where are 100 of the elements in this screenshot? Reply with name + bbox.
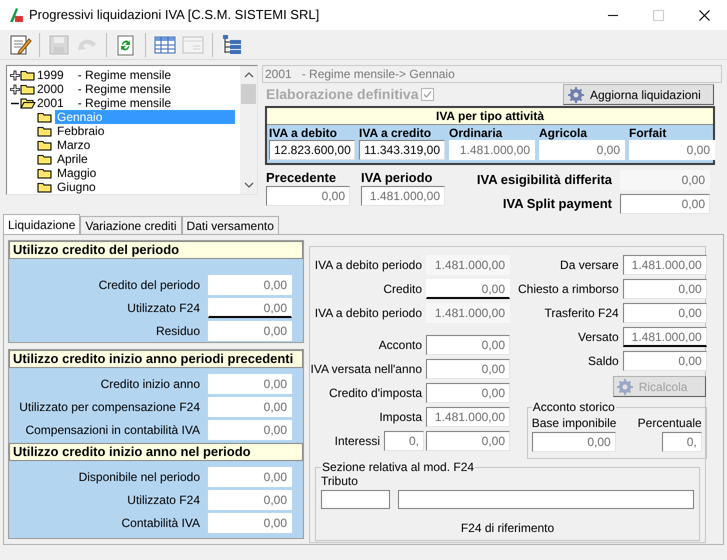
input-field[interactable]: 0, (662, 432, 702, 452)
field-label: Credito inizio anno (100, 376, 200, 393)
field-label: Imposta (378, 409, 423, 426)
input-field[interactable]: 0,00 (208, 298, 292, 318)
tree-item[interactable]: Giugno (55, 180, 235, 194)
panel-title: IVA per tipo attività (436, 108, 544, 124)
input-field[interactable]: 12.823.600,00 (269, 140, 355, 160)
input-field[interactable]: 0,00 (208, 275, 292, 295)
folder-icon (37, 167, 53, 179)
tab[interactable]: Variazione crediti (80, 216, 182, 234)
field-label: IVA Split payment (502, 195, 612, 214)
input-field[interactable]: 1.481.000,00 (426, 255, 510, 275)
input-field[interactable]: 1.481.000,00 (622, 327, 707, 347)
folder-icon (37, 125, 53, 137)
input-field[interactable]: 0,00 (208, 467, 292, 487)
section-title: Utilizzo credito inizio anno periodi precedenti (13, 350, 294, 368)
field-label: Utilizzato per compensazione F24 (19, 399, 200, 416)
field-label: Utilizzato F24 (127, 300, 200, 317)
input-field[interactable] (321, 490, 390, 509)
input-field[interactable]: 0,00 (539, 140, 625, 160)
input-field[interactable]: 0,00 (629, 140, 715, 160)
tree-item-label: - Regime mensile (78, 82, 172, 98)
input-field[interactable]: 0,00 (208, 397, 292, 417)
open-folder-icon (20, 97, 36, 109)
input-field[interactable]: 0,00 (426, 431, 510, 451)
input-field[interactable]: 1.481.000,00 (426, 303, 510, 323)
field-label: Saldo (588, 353, 619, 370)
input-field[interactable]: 0,00 (620, 170, 710, 190)
input-field[interactable]: 1.481.000,00 (449, 140, 535, 160)
tree-item[interactable]: Gennaio (55, 110, 235, 124)
folder-icon (20, 69, 36, 81)
input-field[interactable]: 0,00 (266, 186, 350, 206)
maximize-icon (653, 10, 664, 20)
input-field[interactable]: 0,00 (208, 420, 292, 440)
tree-item-label: - Regime mensile (78, 67, 172, 84)
window-title: Progressivi liquidazioni IVA [C.S.M. SISTEMI SRL] (29, 6, 320, 24)
close-icon (699, 10, 710, 20)
field-label: Residuo (156, 323, 200, 340)
section-title: Utilizzo credito inizio anno nel periodo (13, 443, 251, 462)
tab[interactable]: Dati versamento (182, 216, 279, 234)
input-field[interactable]: 0,00 (208, 374, 292, 394)
app-logo-icon (7, 6, 25, 24)
group-title: Sezione relativa al mod. F24 (321, 460, 476, 474)
field-label: IVA versata nell'anno (310, 361, 423, 378)
period-field[interactable]: 2001 - Regime mensile-> Gennaio (262, 65, 722, 83)
input-field[interactable]: 0,00 (622, 351, 707, 371)
folder-icon (37, 153, 53, 165)
input-field[interactable]: 1.481.000,00 (622, 255, 707, 275)
gear-icon (568, 86, 584, 102)
scroll-thumb[interactable] (241, 84, 256, 104)
column-label: Agricola (539, 125, 588, 140)
input-field[interactable]: 0,00 (426, 359, 510, 379)
input-field[interactable]: 0,00 (532, 432, 616, 452)
folder-icon (37, 111, 53, 123)
input-field[interactable]: 0,00 (620, 194, 710, 214)
scrollbar[interactable] (240, 66, 257, 194)
field-label: Credito d'imposta (328, 385, 423, 402)
tree-item[interactable]: Aprile (55, 152, 235, 166)
button[interactable]: Aggiorna liquidazioni (563, 84, 714, 105)
field-label: Percentuale (638, 415, 702, 432)
plus-icon[interactable] (10, 70, 20, 80)
input-field[interactable]: 0,00 (622, 303, 707, 323)
input-field[interactable] (398, 490, 694, 509)
field-label: Credito del periodo (98, 277, 200, 294)
field-label: Precedente (266, 170, 338, 186)
field-label: IVA periodo (361, 170, 434, 186)
input-field[interactable]: 0,00 (426, 279, 510, 299)
tree-item[interactable]: Febbraio (55, 124, 235, 138)
field-label: Acconto (378, 337, 423, 354)
field-label: Disponibile nel periodo (78, 469, 200, 486)
field-label: Versato (578, 329, 619, 346)
input-field[interactable]: 1.481.000,00 (361, 186, 445, 206)
field-label: Tributo (321, 474, 359, 488)
column-label: IVA a credito (359, 125, 432, 140)
field-label: Utilizzato F24 (127, 492, 200, 509)
input-field[interactable]: 0,00 (426, 383, 510, 403)
field-label: IVA a debito periodo (314, 257, 423, 274)
field-label: IVA esigibilità differita (476, 171, 612, 190)
input-field[interactable]: 0,00 (208, 513, 292, 533)
input-field[interactable]: 0,00 (426, 335, 510, 355)
tab[interactable]: Liquidazione (3, 214, 80, 234)
plus-icon[interactable] (10, 84, 20, 94)
field-label: Compensazioni in contabilità IVA (25, 422, 200, 439)
scroll-down-icon (244, 181, 254, 189)
group-title: Acconto storico (532, 400, 616, 414)
input-field[interactable]: 0, (384, 431, 424, 451)
section-title: Utilizzo credito del periodo (13, 241, 180, 260)
folder-icon (20, 83, 36, 95)
field-label: Base imponibile (532, 415, 616, 432)
input-field[interactable]: 0,00 (208, 321, 292, 341)
input-field[interactable]: 0,00 (208, 490, 292, 510)
field-label: Credito (382, 281, 423, 298)
column-label: IVA a debito (269, 125, 338, 140)
input-field[interactable]: 1.481.000,00 (426, 407, 510, 427)
folder-icon (37, 139, 53, 151)
tree-item[interactable]: Maggio (55, 166, 235, 180)
input-field[interactable]: 11.343.319,00 (359, 140, 445, 160)
tree-item[interactable]: Marzo (55, 138, 235, 152)
input-field[interactable]: 0,00 (622, 279, 707, 299)
scroll-up-icon (244, 71, 254, 79)
